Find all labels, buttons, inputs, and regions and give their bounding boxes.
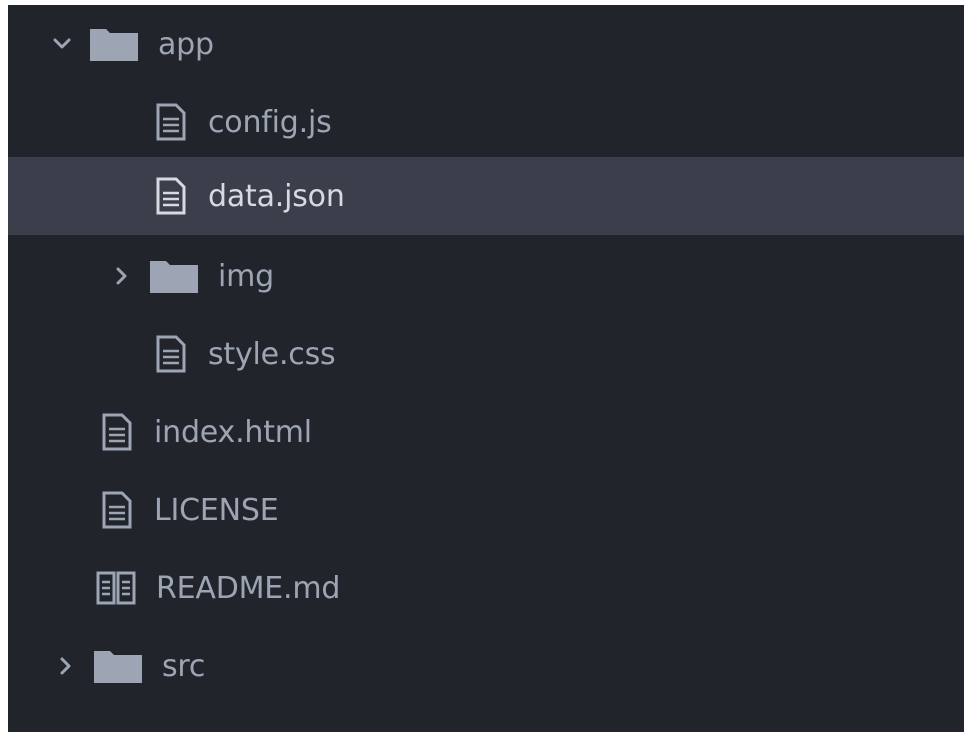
folder-icon: [94, 646, 142, 686]
chevron-right-icon[interactable]: [52, 652, 80, 680]
tree-item-label: LICENSE: [154, 492, 279, 528]
tree-item-img[interactable]: img: [8, 237, 964, 315]
tree-item-label: README.md: [156, 570, 341, 606]
tree-item-label: index.html: [154, 414, 312, 450]
folder-icon: [150, 256, 198, 296]
tree-item-label: style.css: [208, 336, 336, 372]
tree-item-license[interactable]: LICENSE: [8, 471, 964, 549]
chevron-down-icon[interactable]: [48, 30, 76, 58]
file-text-icon: [100, 490, 134, 530]
tree-item-label: config.js: [208, 104, 332, 140]
file-text-icon: [154, 334, 188, 374]
chevron-right-icon[interactable]: [108, 262, 136, 290]
file-text-icon: [154, 176, 188, 216]
tree-item-style-css[interactable]: style.css: [8, 315, 964, 393]
folder-icon: [90, 24, 138, 64]
tree-item-label: img: [218, 258, 275, 294]
tree-item-readme-md[interactable]: README.md: [8, 549, 964, 627]
tree-item-data-json[interactable]: data.json: [8, 157, 964, 235]
book-icon: [96, 568, 136, 608]
tree-item-config-js[interactable]: config.js: [8, 83, 964, 161]
tree-item-label: app: [158, 26, 214, 62]
tree-item-label: src: [162, 648, 206, 684]
tree-item-index-html[interactable]: index.html: [8, 393, 964, 471]
tree-item-app[interactable]: app: [8, 5, 964, 83]
tree-item-label: data.json: [208, 178, 345, 214]
tree-item-src[interactable]: src: [8, 627, 964, 705]
file-text-icon: [154, 102, 188, 142]
file-tree-panel: app config.js data.json img style.css in…: [8, 5, 964, 732]
file-text-icon: [100, 412, 134, 452]
